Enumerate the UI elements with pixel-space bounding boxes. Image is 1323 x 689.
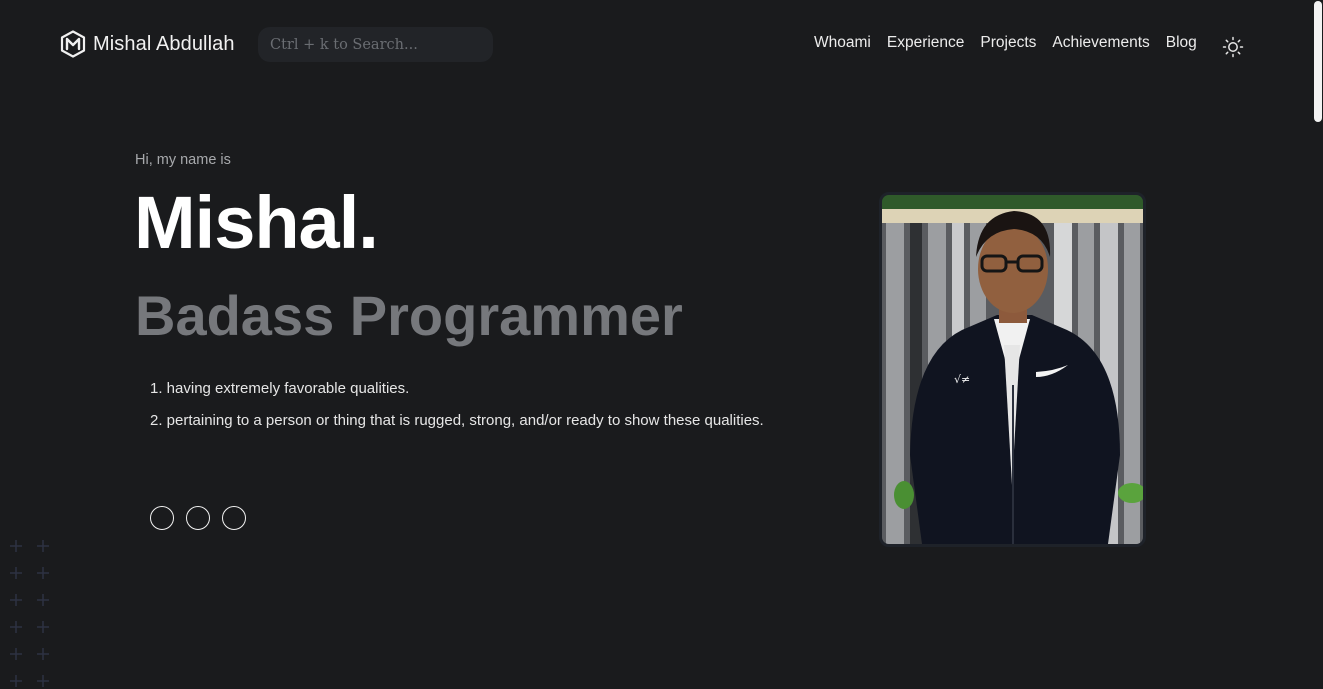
profile-photo: √≠	[879, 192, 1146, 547]
search-box[interactable]	[258, 27, 493, 62]
portfolio-page: Mishal Abdullah Whoami Experience Projec…	[0, 0, 1323, 689]
social-links	[150, 506, 246, 530]
social-link-icon[interactable]	[186, 506, 210, 530]
nav-link-blog[interactable]: Blog	[1166, 34, 1197, 52]
hero-name: Mishal.	[134, 181, 379, 264]
brand-link[interactable]: Mishal Abdullah	[60, 30, 235, 58]
sun-icon[interactable]	[1222, 36, 1244, 58]
main-nav: Whoami Experience Projects Achievements …	[814, 34, 1197, 52]
nav-link-experience[interactable]: Experience	[887, 34, 965, 52]
nav-link-achievements[interactable]: Achievements	[1052, 34, 1149, 52]
search-input[interactable]	[258, 27, 493, 62]
brand-name: Mishal Abdullah	[93, 32, 235, 55]
nav-link-projects[interactable]: Projects	[980, 34, 1036, 52]
scrollbar-thumb[interactable]	[1314, 1, 1322, 122]
hero-role: Badass Programmer	[135, 284, 683, 347]
definition-item: 2. pertaining to a person or thing that …	[150, 412, 764, 429]
social-link-icon[interactable]	[222, 506, 246, 530]
definition-item: 1. having extremely favorable qualities.	[150, 380, 410, 397]
nav-link-whoami[interactable]: Whoami	[814, 34, 871, 52]
profile-photo-illustration: √≠	[882, 195, 1143, 544]
site-header: Mishal Abdullah Whoami Experience Projec…	[0, 0, 1312, 90]
m-hexagon-logo-icon	[60, 30, 86, 58]
definition-list: 1. having extremely favorable qualities.…	[150, 379, 764, 443]
svg-text:√≠: √≠	[954, 373, 970, 386]
social-link-icon[interactable]	[150, 506, 174, 530]
page-scrollbar[interactable]	[1312, 0, 1323, 689]
plus-pattern-decoration	[10, 540, 49, 687]
hero-greeting: Hi, my name is	[135, 152, 231, 168]
